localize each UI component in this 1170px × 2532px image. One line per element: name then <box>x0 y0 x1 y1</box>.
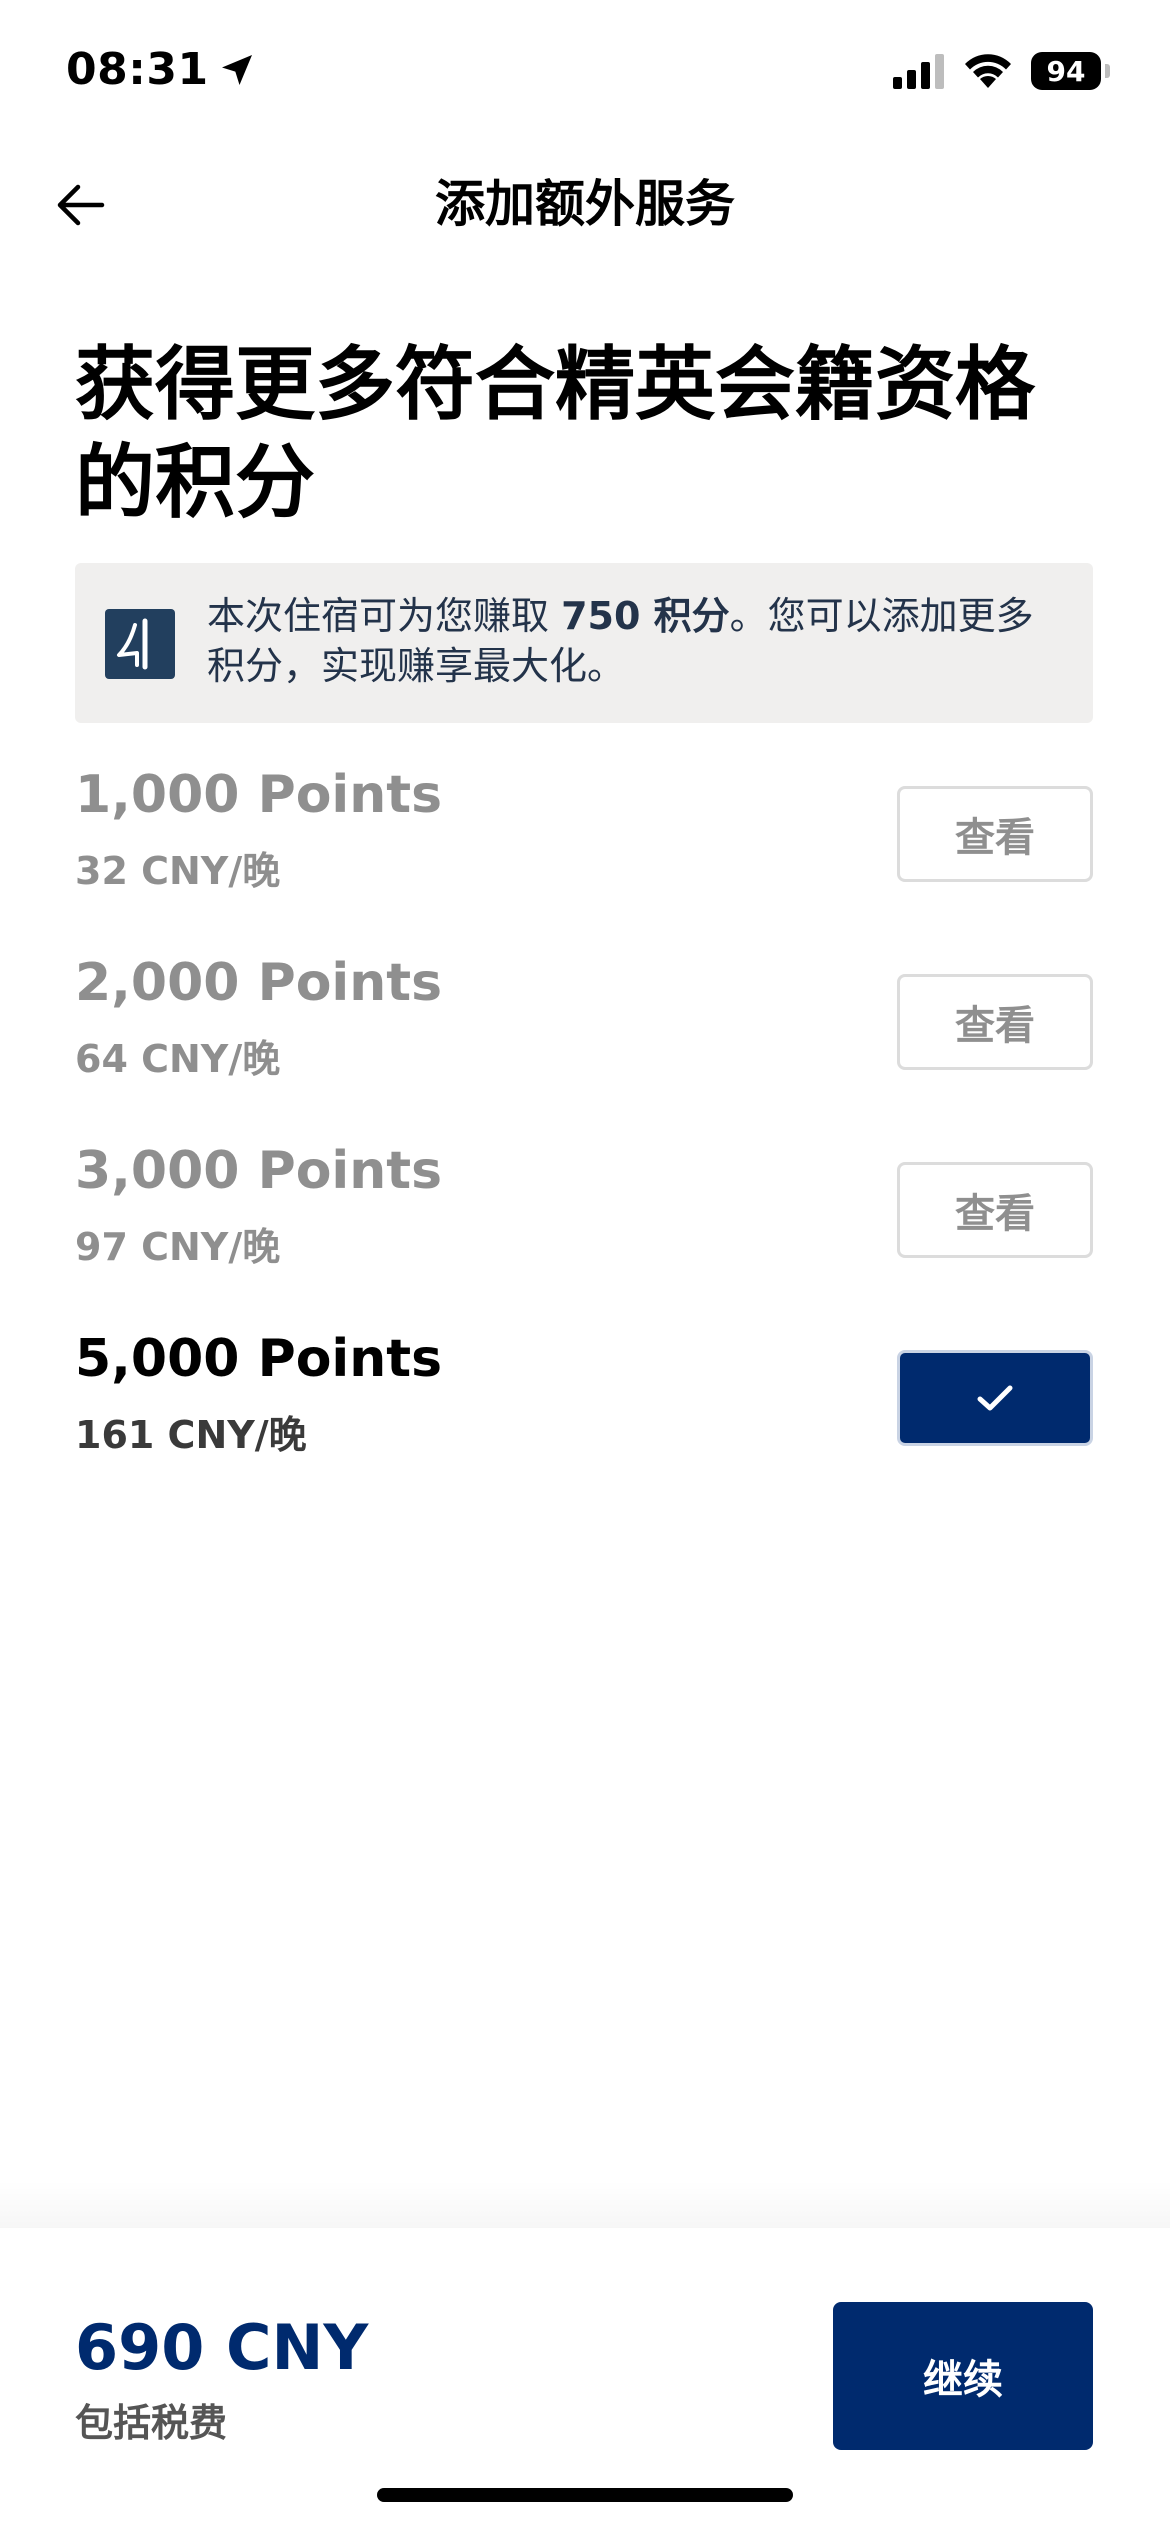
section-heading-line-2: 的积分 <box>75 436 315 529</box>
battery-level: 94 <box>1046 54 1086 88</box>
view-button-1000[interactable]: 查看 <box>897 786 1093 882</box>
points-info-text: 本次住宿可为您赚取 750 积分。您可以添加更多积分，实现赚享最大化。 <box>207 591 1067 691</box>
status-time: 08:31 <box>66 44 257 95</box>
view-button-2000[interactable]: 查看 <box>897 974 1093 1070</box>
earned-points-highlight: 750 积分 <box>561 594 730 638</box>
option-name: 3,000 Points <box>75 1141 443 1201</box>
option-name: 2,000 Points <box>75 953 443 1013</box>
section-heading: 获得更多符合精英会籍资格 的积分 <box>75 336 1075 532</box>
points-option-2000: 2,000 Points 64 CNY/晚 查看 <box>75 948 1093 1136</box>
status-icons: 94 <box>893 52 1110 90</box>
footer-shadow <box>0 2180 1170 2230</box>
page-title: 添加额外服务 <box>435 175 735 233</box>
option-price: 32 CNY/晚 <box>75 849 281 893</box>
hotel-brand-logo-icon <box>105 609 175 679</box>
option-price: 97 CNY/晚 <box>75 1225 281 1269</box>
points-option-1000: 1,000 Points 32 CNY/晚 查看 <box>75 760 1093 948</box>
nav-bar: 添加额外服务 <box>0 150 1170 260</box>
info-text-before: 本次住宿可为您赚取 <box>207 594 562 638</box>
cellular-signal-icon <box>893 54 944 89</box>
points-option-5000: 5,000 Points 161 CNY/晚 <box>75 1324 1093 1512</box>
points-option-3000: 3,000 Points 97 CNY/晚 查看 <box>75 1136 1093 1324</box>
total-price: 690 CNY <box>75 2311 369 2384</box>
selected-toggle-button-5000[interactable] <box>897 1350 1093 1446</box>
option-name: 1,000 Points <box>75 765 443 825</box>
battery-icon: 94 <box>1031 52 1101 90</box>
wifi-icon <box>965 54 1011 88</box>
status-bar: 08:31 94 <box>0 0 1170 150</box>
points-options-list: 1,000 Points 32 CNY/晚 查看 2,000 Points 64… <box>75 760 1093 1512</box>
status-time-text: 08:31 <box>66 44 209 95</box>
option-name: 5,000 Points <box>75 1329 443 1389</box>
battery-tip <box>1105 64 1110 78</box>
option-price: 64 CNY/晚 <box>75 1037 281 1081</box>
option-price: 161 CNY/晚 <box>75 1413 307 1457</box>
checkmark-icon <box>977 1385 1013 1411</box>
section-heading-line-1: 获得更多符合精英会籍资格 <box>75 338 1035 431</box>
view-button-3000[interactable]: 查看 <box>897 1162 1093 1258</box>
checkout-footer: 690 CNY 包括税费 继续 <box>0 2228 1170 2532</box>
home-indicator <box>377 2488 793 2502</box>
tax-note: 包括税费 <box>75 2401 228 2445</box>
points-info-banner: 本次住宿可为您赚取 750 积分。您可以添加更多积分，实现赚享最大化。 <box>75 563 1093 723</box>
location-arrow-icon <box>221 54 252 85</box>
continue-button[interactable]: 继续 <box>833 2302 1093 2450</box>
